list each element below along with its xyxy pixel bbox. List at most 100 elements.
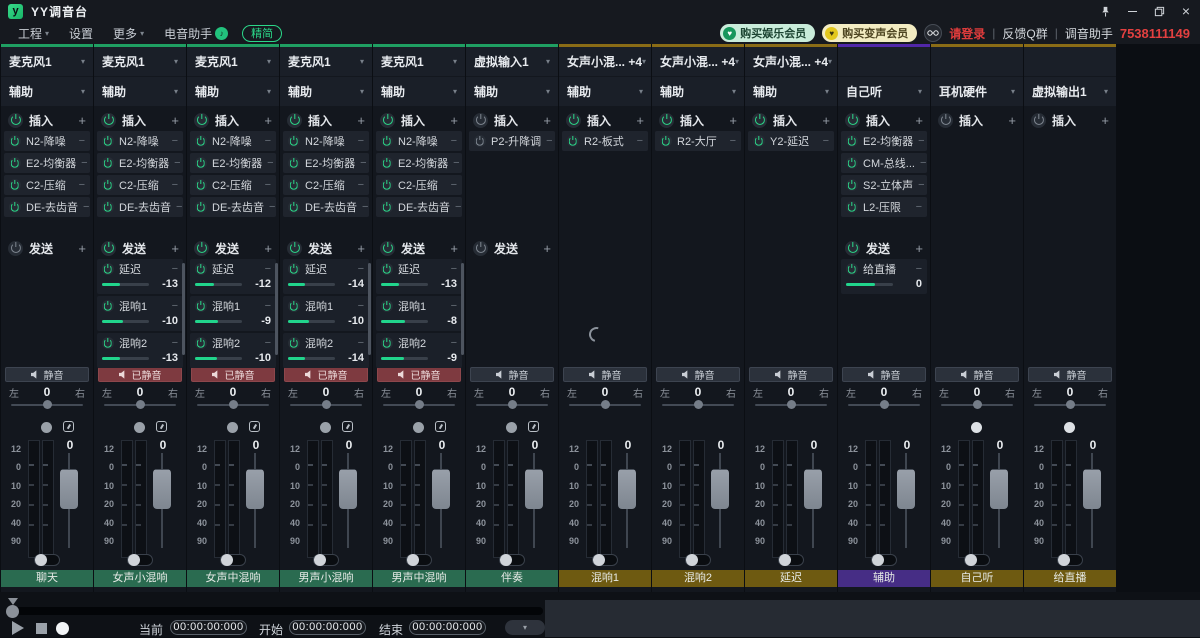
insert-effect-item[interactable]: E2-均衡器 −: [4, 153, 90, 173]
remove-icon[interactable]: −: [916, 263, 922, 275]
send-item[interactable]: 混响1 − -10: [283, 296, 369, 331]
monitor-dot[interactable]: [506, 422, 517, 433]
stereo-toggle[interactable]: [34, 554, 60, 566]
send-slider[interactable]: [288, 357, 335, 360]
pan-slider[interactable]: [288, 399, 364, 411]
effect-power-icon[interactable]: [381, 179, 393, 191]
remove-icon[interactable]: −: [269, 201, 275, 213]
fader-handle[interactable]: [1083, 469, 1101, 509]
insert-effect-item[interactable]: DE-去齿音 −: [97, 197, 183, 217]
remove-icon[interactable]: −: [265, 263, 271, 275]
effect-power-icon[interactable]: [846, 201, 858, 213]
send-slider[interactable]: [102, 283, 149, 286]
insert-effect-item[interactable]: R2-大厅 −: [655, 131, 741, 151]
play-button[interactable]: [12, 621, 24, 635]
monitor-dot[interactable]: [971, 422, 982, 433]
effect-power-icon[interactable]: [660, 135, 672, 147]
send-power-icon[interactable]: [287, 241, 302, 256]
insert-effect-item[interactable]: DE-去齿音 −: [190, 197, 276, 217]
send-slider[interactable]: [102, 320, 149, 323]
remove-icon[interactable]: −: [265, 300, 271, 312]
send-slider[interactable]: [195, 357, 242, 360]
send-item[interactable]: 混响1 − -9: [190, 296, 276, 331]
remove-icon[interactable]: −: [265, 179, 271, 191]
remove-icon[interactable]: −: [267, 157, 273, 169]
aux-select[interactable]: 耳机硬件 ▾: [931, 77, 1023, 106]
effect-power-icon[interactable]: [102, 135, 114, 147]
effect-power-icon[interactable]: [381, 157, 393, 169]
send-item[interactable]: 延迟 − -14: [283, 259, 369, 294]
send-slider[interactable]: [195, 283, 242, 286]
fader-handle[interactable]: [990, 469, 1008, 509]
remove-icon[interactable]: −: [358, 179, 364, 191]
end-time-field[interactable]: 00:00:00:000: [409, 620, 486, 635]
aux-select[interactable]: 辅助 ▾: [280, 77, 372, 106]
collapse-panel-button[interactable]: ▾: [505, 620, 545, 635]
send-item-power-icon[interactable]: [381, 263, 393, 275]
channel-select[interactable]: ▾: [931, 47, 1023, 76]
send-item[interactable]: 延迟 − -12: [190, 259, 276, 294]
send-slider[interactable]: [381, 320, 428, 323]
start-time-field[interactable]: 00:00:00:000: [289, 620, 366, 635]
send-slider[interactable]: [102, 357, 149, 360]
mute-button[interactable]: 静音: [656, 367, 740, 382]
remove-icon[interactable]: −: [79, 179, 85, 191]
record-button[interactable]: [56, 622, 69, 635]
pan-slider[interactable]: [9, 399, 85, 411]
stereo-toggle[interactable]: [1057, 554, 1083, 566]
monitor-dot[interactable]: [1064, 422, 1075, 433]
stereo-toggle[interactable]: [871, 554, 897, 566]
insert-power-icon[interactable]: [473, 113, 488, 128]
remove-icon[interactable]: −: [451, 300, 457, 312]
send-item[interactable]: 混响2 − -14: [283, 333, 369, 368]
pan-knob[interactable]: [601, 400, 610, 409]
send-item[interactable]: 给直播 − 0: [841, 259, 927, 294]
insert-effect-item[interactable]: DE-去齿音 −: [376, 197, 462, 217]
menu-more[interactable]: 更多 ▾: [105, 25, 152, 42]
mute-button[interactable]: 静音: [563, 367, 647, 382]
send-slider[interactable]: [381, 357, 428, 360]
scrollbar[interactable]: [275, 263, 278, 355]
monitor-dot[interactable]: [41, 422, 52, 433]
fader-handle[interactable]: [339, 469, 357, 509]
insert-power-icon[interactable]: [659, 113, 674, 128]
channel-select[interactable]: 麦克风1 ▾: [1, 47, 93, 76]
remove-icon[interactable]: −: [546, 135, 552, 147]
send-power-icon[interactable]: [194, 241, 209, 256]
insert-power-icon[interactable]: [101, 113, 116, 128]
stereo-toggle[interactable]: [499, 554, 525, 566]
remove-icon[interactable]: −: [453, 157, 459, 169]
pan-knob[interactable]: [508, 400, 517, 409]
record-arm-icon[interactable]: [63, 421, 74, 432]
remove-icon[interactable]: −: [730, 135, 736, 147]
effect-power-icon[interactable]: [102, 157, 114, 169]
record-arm-icon[interactable]: [249, 421, 260, 432]
pan-knob[interactable]: [229, 400, 238, 409]
remove-icon[interactable]: −: [358, 300, 364, 312]
add-send-icon[interactable]: +: [171, 241, 179, 256]
insert-power-icon[interactable]: [566, 113, 581, 128]
send-item-power-icon[interactable]: [288, 300, 300, 312]
send-item-power-icon[interactable]: [102, 337, 114, 349]
effect-power-icon[interactable]: [195, 179, 207, 191]
effect-power-icon[interactable]: [753, 135, 765, 147]
insert-effect-item[interactable]: R2-板式 −: [562, 131, 648, 151]
insert-effect-item[interactable]: N2-降噪 −: [190, 131, 276, 151]
send-item-power-icon[interactable]: [195, 337, 207, 349]
send-slider[interactable]: [195, 320, 242, 323]
add-insert-icon[interactable]: +: [450, 113, 458, 128]
minimize-button[interactable]: [1126, 5, 1138, 17]
buy-voice-member-button[interactable]: ♥ 购买变声会员: [822, 24, 917, 42]
monitor-dot[interactable]: [134, 422, 145, 433]
scrollbar[interactable]: [182, 263, 185, 355]
menu-settings[interactable]: 设置: [61, 25, 101, 42]
add-insert-icon[interactable]: +: [822, 113, 830, 128]
aux-select[interactable]: 辅助 ▾: [745, 77, 837, 106]
channel-select[interactable]: ▾: [838, 47, 930, 76]
add-send-icon[interactable]: +: [264, 241, 272, 256]
pan-knob[interactable]: [43, 400, 52, 409]
add-insert-icon[interactable]: +: [264, 113, 272, 128]
effect-power-icon[interactable]: [381, 135, 393, 147]
send-slider[interactable]: [381, 283, 428, 286]
remove-icon[interactable]: −: [174, 157, 180, 169]
